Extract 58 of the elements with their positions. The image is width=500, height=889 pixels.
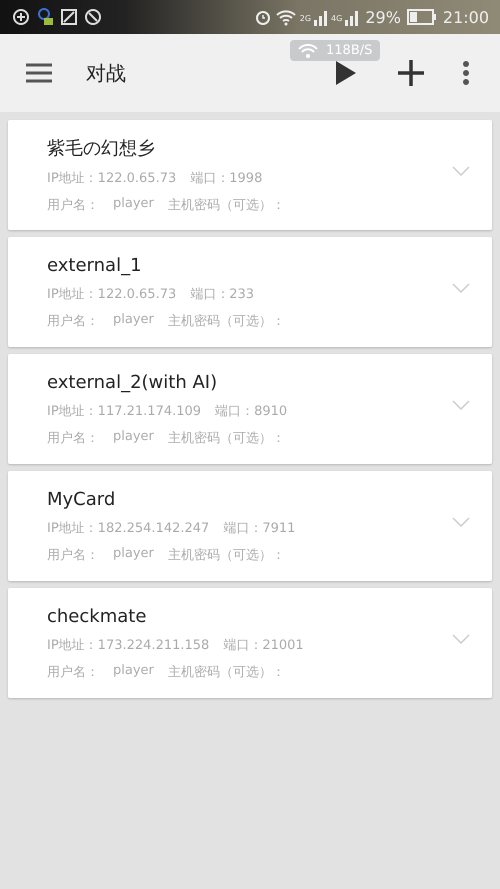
battery-icon	[406, 9, 437, 25]
password-label: 主机密码（可选）：	[168, 664, 285, 680]
port: 端口：21001	[223, 636, 304, 654]
port: 端口：1998	[190, 170, 262, 187]
username-label: 用户名：	[47, 312, 99, 330]
menu-icon[interactable]	[26, 63, 52, 83]
username: player	[113, 312, 154, 328]
server-name: external_1	[47, 254, 143, 276]
play-icon[interactable]	[336, 61, 356, 85]
signal-icon	[345, 8, 360, 26]
server-name: 紫毛の幻想乡	[47, 137, 156, 160]
chevron-down-icon[interactable]	[452, 283, 470, 293]
plus-circle-icon	[12, 8, 30, 26]
blocked-icon	[84, 8, 102, 26]
ip-address: IP地址：173.224.211.158	[47, 636, 210, 654]
password-label: 主机密码（可选）：	[168, 546, 285, 564]
ip-address: IP地址：122.0.65.73	[47, 170, 176, 187]
server-card[interactable]: MyCard IP地址：182.254.142.247 端口：7911 用户名： player 主机密码（可选）：	[8, 471, 492, 581]
password-label: 主机密码（可选）：	[168, 197, 285, 214]
username: player	[113, 662, 154, 680]
server-name: MyCard	[47, 488, 116, 510]
image-icon	[60, 8, 78, 26]
server-card[interactable]: checkmate IP地址：173.224.211.158 端口：21001 用户名： player 主机密码（可选）：	[8, 588, 492, 698]
ip-address: IP地址：117.21.174.109	[47, 402, 202, 420]
ip-address: IP地址：182.254.142.247	[47, 520, 210, 536]
network-label: 4G	[331, 14, 342, 22]
chevron-down-icon[interactable]	[452, 517, 470, 527]
chevron-down-icon[interactable]	[452, 400, 470, 410]
chevron-down-icon[interactable]	[452, 166, 470, 176]
username: player	[113, 546, 154, 562]
username-label: 用户名：	[47, 430, 99, 446]
password-label: 主机密码（可选）：	[168, 312, 285, 330]
clock: 21:00	[442, 8, 489, 26]
page-title: 对战	[86, 60, 126, 86]
network-label: 2G	[300, 14, 312, 22]
server-name: external_2(with AI)	[47, 372, 218, 392]
port: 端口：233	[190, 286, 254, 302]
wifi-icon	[298, 44, 318, 58]
more-icon[interactable]	[462, 61, 470, 85]
server-card[interactable]: external_1 IP地址：122.0.65.73 端口：233 用户名： player 主机密码（可选）：	[8, 237, 492, 347]
port: 端口：8910	[215, 402, 288, 420]
ip-address: IP地址：122.0.65.73	[47, 286, 176, 302]
username: player	[113, 196, 154, 213]
alarm-icon	[254, 8, 272, 26]
battery-percentage: 29%	[365, 8, 401, 26]
password-label: 主机密码（可选）：	[168, 430, 285, 446]
chevron-down-icon[interactable]	[452, 634, 470, 644]
username: player	[113, 428, 154, 446]
wifi-icon	[274, 8, 297, 26]
username-label: 用户名：	[47, 546, 99, 564]
username-label: 用户名：	[47, 197, 99, 214]
server-name: checkmate	[47, 606, 148, 626]
plus-icon[interactable]	[398, 60, 424, 86]
server-card[interactable]: 紫毛の幻想乡 IP地址：122.0.65.73 端口：1998 用户名： player 主机密码（可选）：	[8, 120, 492, 230]
port: 端口：7911	[223, 520, 296, 536]
username-label: 用户名：	[47, 664, 99, 680]
signal-icon	[314, 8, 328, 26]
server-card[interactable]: external_2(with AI) IP地址：117.21.174.109 端口：8910 用户名： player 主机密码（可选）：	[8, 354, 492, 464]
